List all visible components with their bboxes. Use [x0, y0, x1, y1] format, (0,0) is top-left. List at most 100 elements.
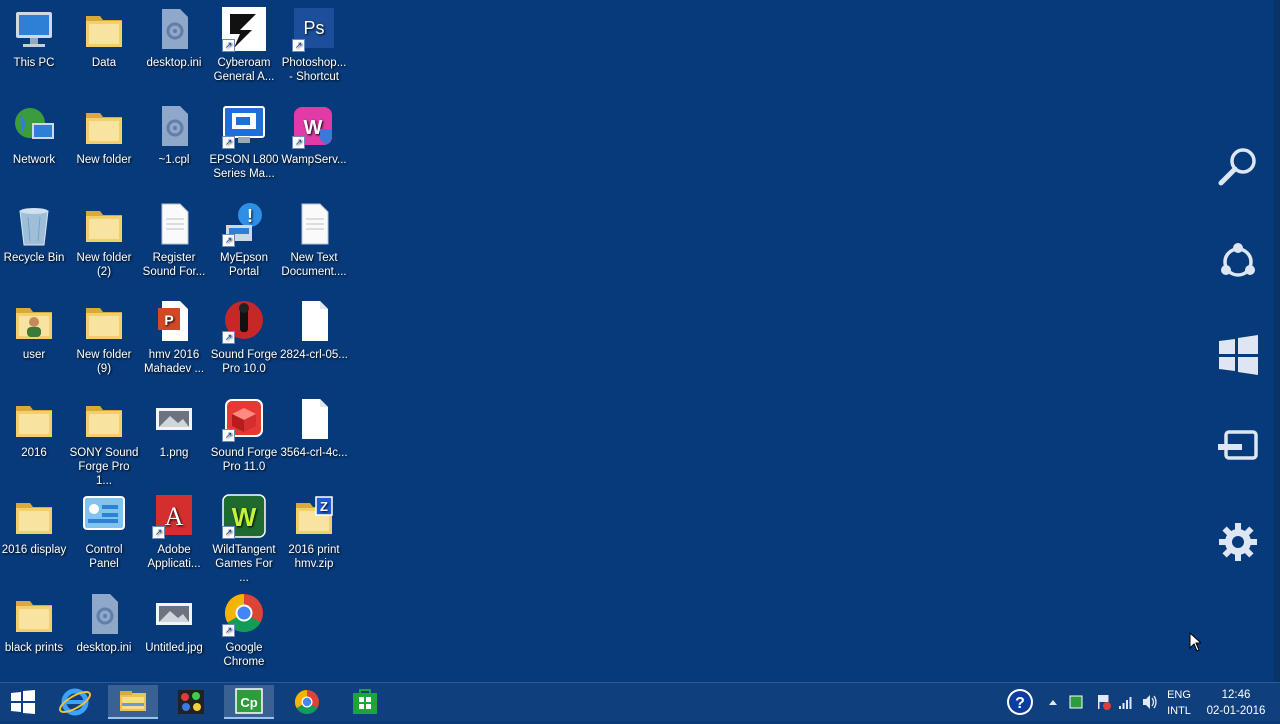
desktop-icon-label: Register Sound For...	[142, 252, 206, 278]
volume-icon[interactable]	[1141, 683, 1159, 721]
shortcut-arrow-icon: ↗	[222, 39, 235, 52]
desktop-icon[interactable]: W ↗ WampServ...	[279, 103, 349, 167]
blank-file-icon	[290, 396, 338, 442]
desktop-icon[interactable]: W ↗ WildTangent Games For ...	[209, 493, 279, 585]
folder-icon	[10, 591, 58, 637]
desktop-icon-label: Adobe Applicati...	[147, 544, 201, 570]
desktop-icon[interactable]: A ↗ Adobe Applicati...	[139, 493, 209, 571]
desktop[interactable]: This PC Data desktop.ini ↗ Cyberoam General …	[0, 0, 1280, 682]
taskbar: Cp ? ENG INTL 12:46 02-01-2016	[0, 682, 1280, 721]
cyberoam-icon: ↗	[220, 6, 268, 52]
desktop-icon[interactable]: 2016 display	[0, 493, 69, 557]
control-panel-icon	[80, 493, 128, 539]
desktop-icon[interactable]: New folder (9)	[69, 298, 139, 376]
svg-text:P: P	[164, 312, 173, 328]
action-center-flag-icon[interactable]	[1096, 683, 1112, 721]
desktop-icon[interactable]: ↗ Google Chrome	[209, 591, 279, 669]
zip-folder-icon: Z	[290, 493, 338, 539]
computer-icon	[10, 6, 58, 52]
myepson-icon: ! ↗	[220, 201, 268, 247]
svg-text:?: ?	[1015, 695, 1025, 712]
camtasia-icon[interactable]: Cp	[224, 685, 274, 719]
desktop-icon-label: Sound Forge Pro 10.0	[210, 349, 278, 375]
shortcut-arrow-icon: ↗	[152, 526, 165, 539]
desktop-icon-label: Network	[12, 154, 56, 166]
desktop-icon[interactable]: 2016	[0, 396, 69, 460]
shortcut-arrow-icon: ↗	[222, 624, 235, 637]
desktop-icon[interactable]: desktop.ini	[139, 6, 209, 70]
desktop-icon-label: This PC	[13, 57, 55, 69]
network-signal-icon[interactable]	[1118, 683, 1134, 721]
svg-text:W: W	[304, 117, 323, 139]
desktop-icon[interactable]: user	[0, 298, 69, 362]
desktop-icon-label: Cyberoam General A...	[213, 57, 275, 83]
desktop-icon[interactable]: New Text Document....	[279, 201, 349, 279]
desktop-icon[interactable]: Recycle Bin	[0, 201, 69, 265]
mouse-pointer-icon	[1189, 631, 1203, 657]
shortcut-arrow-icon: ↗	[222, 234, 235, 247]
desktop-icon-label: desktop.ini	[76, 642, 132, 654]
desktop-icon-label: hmv 2016 Mahadev ...	[143, 349, 205, 375]
desktop-icon[interactable]: ↗ Sound Forge Pro 10.0	[209, 298, 279, 376]
svg-text:Cp: Cp	[240, 695, 257, 710]
file-explorer-icon[interactable]	[108, 685, 158, 719]
folder-icon	[10, 493, 58, 539]
desktop-icon-label: Photoshop... - Shortcut	[281, 57, 347, 83]
desktop-icon[interactable]: ! ↗ MyEpson Portal	[209, 201, 279, 279]
share-charm-icon[interactable]	[1216, 240, 1260, 284]
desktop-icon[interactable]: SONY Sound Forge Pro 1...	[69, 396, 139, 488]
desktop-icon[interactable]: This PC	[0, 6, 69, 70]
desktop-icon[interactable]: New folder	[69, 103, 139, 167]
desktop-icon-label: Data	[91, 57, 117, 69]
help-icon[interactable]: ?	[1005, 683, 1035, 721]
desktop-icon-label: ~1.cpl	[158, 154, 190, 166]
desktop-icon-label: Control Panel	[85, 544, 123, 570]
input-language-indicator[interactable]: ENG INTL	[1164, 687, 1194, 719]
desktop-icon[interactable]: ↗ Cyberoam General A...	[209, 6, 279, 84]
desktop-icon-label: Untitled.jpg	[145, 642, 203, 654]
desktop-icon-label: WampServ...	[281, 154, 347, 166]
desktop-icon[interactable]: ~1.cpl	[139, 103, 209, 167]
desktop-icon[interactable]: Network	[0, 103, 69, 167]
desktop-icon-label: EPSON L800 Series Ma...	[209, 154, 279, 180]
screen-edge	[1274, 0, 1280, 682]
show-hidden-icons-chevron-icon[interactable]	[1046, 683, 1060, 721]
desktop-icon[interactable]: Z 2016 print hmv.zip	[279, 493, 349, 571]
desktop-icon[interactable]: Untitled.jpg	[139, 591, 209, 655]
desktop-icon-label: desktop.ini	[146, 57, 202, 69]
desktop-icon[interactable]: Data	[69, 6, 139, 70]
start-button[interactable]	[0, 685, 46, 719]
recycle-bin-icon	[10, 201, 58, 247]
paint-icon[interactable]	[166, 685, 216, 719]
clock[interactable]: 12:46 02-01-2016	[1204, 687, 1268, 719]
user-folder-icon	[10, 298, 58, 344]
desktop-icon[interactable]: 3564-crl-4c...	[279, 396, 349, 460]
desktop-icon-label: user	[22, 349, 46, 361]
desktop-icon[interactable]: New folder (2)	[69, 201, 139, 279]
devices-charm-icon[interactable]	[1216, 426, 1260, 470]
desktop-icon[interactable]: 2824-crl-05...	[279, 298, 349, 362]
desktop-icon[interactable]: Phmv 2016 Mahadev ...	[139, 298, 209, 376]
settings-charm-icon[interactable]	[1216, 520, 1260, 564]
desktop-icon[interactable]: Ps ↗ Photoshop... - Shortcut	[279, 6, 349, 84]
search-charm-icon[interactable]	[1216, 145, 1260, 189]
internet-explorer-icon[interactable]	[50, 685, 100, 719]
desktop-icon[interactable]: ↗ EPSON L800 Series Ma...	[209, 103, 279, 181]
wamp-icon: W ↗	[290, 103, 338, 149]
desktop-icon[interactable]: black prints	[0, 591, 69, 655]
desktop-icon[interactable]: ↗ Sound Forge Pro 11.0	[209, 396, 279, 474]
photoshop-icon: Ps ↗	[290, 6, 338, 52]
image-icon	[150, 591, 198, 637]
desktop-icon[interactable]: 1.png	[139, 396, 209, 460]
chrome-taskbar-icon[interactable]	[282, 685, 332, 719]
store-icon[interactable]	[340, 685, 390, 719]
desktop-icon[interactable]: Register Sound For...	[139, 201, 209, 279]
document-icon	[150, 201, 198, 247]
desktop-icon-label: WildTangent Games For ...	[212, 544, 276, 584]
desktop-icon[interactable]: desktop.ini	[69, 591, 139, 655]
camtasia-tray-icon[interactable]	[1068, 683, 1084, 721]
folder-icon	[10, 396, 58, 442]
desktop-icon-label: black prints	[4, 642, 64, 654]
desktop-icon[interactable]: Control Panel	[69, 493, 139, 571]
start-charm-icon[interactable]	[1216, 333, 1260, 377]
